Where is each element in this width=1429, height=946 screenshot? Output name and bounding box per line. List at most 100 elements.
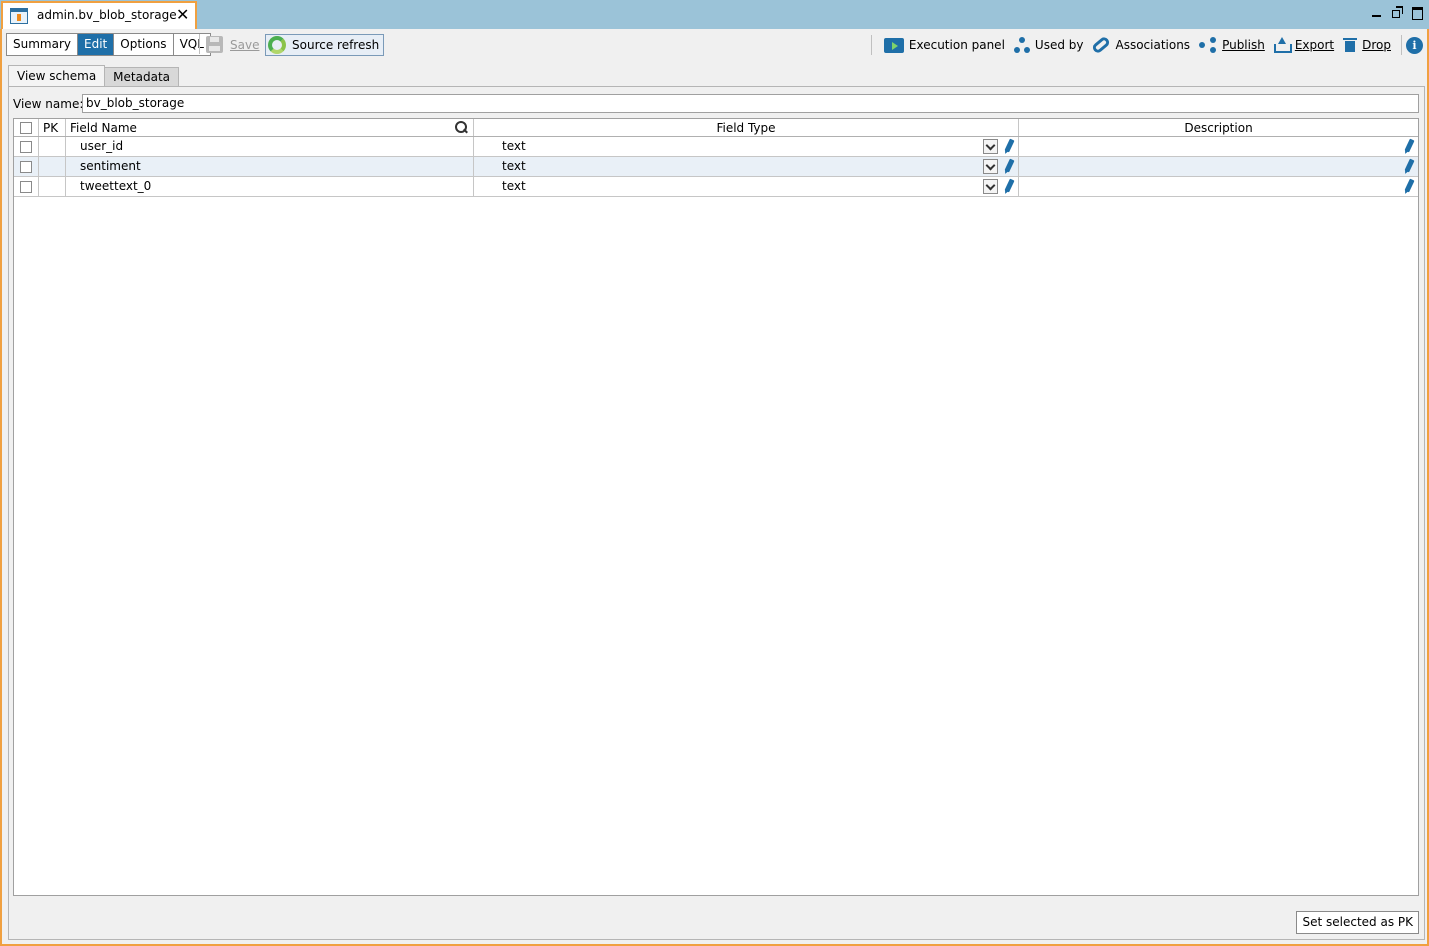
row-field-name-cell[interactable]: tweettext_0 [66, 177, 474, 196]
edit-tab-button[interactable]: Edit [78, 34, 115, 55]
used-by-icon [1013, 37, 1030, 53]
used-by-label: Used by [1034, 38, 1084, 52]
row-field-name-cell[interactable]: sentiment [66, 157, 474, 176]
summary-tab-button[interactable]: Summary [7, 34, 78, 55]
row-select-cell [14, 177, 39, 196]
link-icon [1091, 35, 1112, 55]
window-controls [1371, 6, 1423, 20]
export-label: Export [1294, 38, 1335, 52]
associations-label: Associations [1115, 38, 1191, 52]
header-field-name[interactable]: Field Name [66, 119, 474, 136]
view-schema-panel: View name: bv_blob_storage PK Field Name [8, 86, 1425, 940]
share-icon [1199, 37, 1217, 53]
row-description-cell[interactable] [1019, 157, 1418, 176]
editor-frame: Summary Edit Options VQL Save Source ref… [0, 29, 1429, 946]
header-description-label: Description [1184, 121, 1253, 135]
row-field-type: text [502, 179, 526, 193]
refresh-icon [268, 36, 286, 54]
row-field-type-cell[interactable]: text [474, 177, 1019, 196]
row-field-name: sentiment [80, 159, 141, 173]
execution-panel-label: Execution panel [908, 38, 1005, 52]
tab-view-schema[interactable]: View schema [8, 65, 106, 87]
source-refresh-label: Source refresh [292, 38, 380, 52]
export-button[interactable]: Export [1273, 37, 1335, 53]
row-description-cell[interactable] [1019, 137, 1418, 156]
title-bar: admin.bv_blob_storage ✕ [0, 0, 1429, 29]
document-tab-title: admin.bv_blob_storage [37, 8, 177, 22]
maximize-icon[interactable] [1411, 6, 1423, 20]
pencil-icon[interactable] [1003, 159, 1015, 174]
restore-icon[interactable] [1391, 6, 1403, 18]
header-pk: PK [39, 119, 66, 136]
schema-table: PK Field Name Field Type Description use… [13, 118, 1419, 896]
view-icon [10, 8, 28, 24]
used-by-button[interactable]: Used by [1013, 37, 1084, 53]
search-icon[interactable] [455, 121, 467, 133]
header-pk-label: PK [43, 121, 59, 135]
pencil-icon[interactable] [1403, 179, 1415, 194]
row-field-name-cell[interactable]: user_id [66, 137, 474, 156]
execution-panel-button[interactable]: Execution panel [883, 37, 1005, 53]
execution-panel-icon [883, 37, 904, 53]
save-button-label: Save [230, 37, 260, 52]
options-tab-button[interactable]: Options [114, 34, 174, 55]
row-field-type-cell[interactable]: text [474, 137, 1019, 156]
dropdown-icon[interactable] [983, 159, 998, 174]
toolbar: Summary Edit Options VQL Save Source ref… [2, 29, 1427, 59]
close-icon[interactable]: ✕ [176, 5, 189, 25]
document-tab[interactable]: admin.bv_blob_storage ✕ [1, 1, 197, 29]
view-name-label: View name: [13, 97, 84, 111]
trash-icon [1343, 37, 1358, 53]
right-toolbar: Execution panel Used by Associations Pub… [870, 33, 1423, 57]
row-pk-cell[interactable] [39, 137, 66, 156]
publish-label: Publish [1222, 38, 1265, 52]
tab-metadata[interactable]: Metadata [104, 67, 179, 87]
drop-button[interactable]: Drop [1343, 37, 1391, 53]
row-checkbox[interactable] [20, 181, 32, 193]
row-description-cell[interactable] [1019, 177, 1418, 196]
table-header: PK Field Name Field Type Description [14, 119, 1418, 137]
row-pk-cell[interactable] [39, 177, 66, 196]
publish-button[interactable]: Publish [1199, 37, 1265, 53]
dropdown-icon[interactable] [983, 179, 998, 194]
row-pk-cell[interactable] [39, 157, 66, 176]
header-field-type[interactable]: Field Type [474, 119, 1019, 136]
row-checkbox[interactable] [20, 141, 32, 153]
source-refresh-button[interactable]: Source refresh [265, 34, 385, 56]
mode-segmented-control: Summary Edit Options VQL [6, 33, 211, 56]
schema-subtabs: View schema Metadata [8, 65, 179, 87]
toolbar-separator [199, 34, 200, 54]
table-row[interactable]: tweettext_0 text [14, 177, 1418, 197]
export-icon [1273, 37, 1292, 53]
view-name-input[interactable]: bv_blob_storage [82, 94, 1419, 113]
editor-window: admin.bv_blob_storage ✕ Summary Edit Opt… [0, 0, 1429, 946]
header-select-all-cell [14, 119, 39, 136]
header-field-type-label: Field Type [716, 121, 776, 135]
row-select-cell [14, 137, 39, 156]
pencil-icon[interactable] [1003, 139, 1015, 154]
row-field-type: text [502, 159, 526, 173]
associations-button[interactable]: Associations [1091, 35, 1191, 55]
toolbar-separator [870, 35, 872, 55]
drop-label: Drop [1362, 38, 1391, 52]
row-field-type-cell[interactable]: text [474, 157, 1019, 176]
vql-tab-button[interactable]: VQL [173, 34, 210, 55]
info-icon[interactable]: i [1406, 36, 1423, 54]
row-field-name: user_id [80, 139, 124, 153]
save-button[interactable]: Save [206, 34, 259, 55]
set-selected-as-pk-button[interactable]: Set selected as PK [1296, 911, 1419, 934]
pencil-icon[interactable] [1403, 139, 1415, 154]
minimize-icon[interactable] [1371, 6, 1383, 18]
toolbar-separator [1401, 35, 1402, 55]
pencil-icon[interactable] [1003, 179, 1015, 194]
pencil-icon[interactable] [1403, 159, 1415, 174]
table-row[interactable]: user_id text [14, 137, 1418, 157]
dropdown-icon[interactable] [983, 139, 998, 154]
row-field-name: tweettext_0 [80, 179, 152, 193]
select-all-checkbox[interactable] [20, 122, 32, 134]
floppy-icon [206, 36, 223, 53]
header-description[interactable]: Description [1019, 119, 1418, 136]
row-select-cell [14, 157, 39, 176]
table-row[interactable]: sentiment text [14, 157, 1418, 177]
row-checkbox[interactable] [20, 161, 32, 173]
